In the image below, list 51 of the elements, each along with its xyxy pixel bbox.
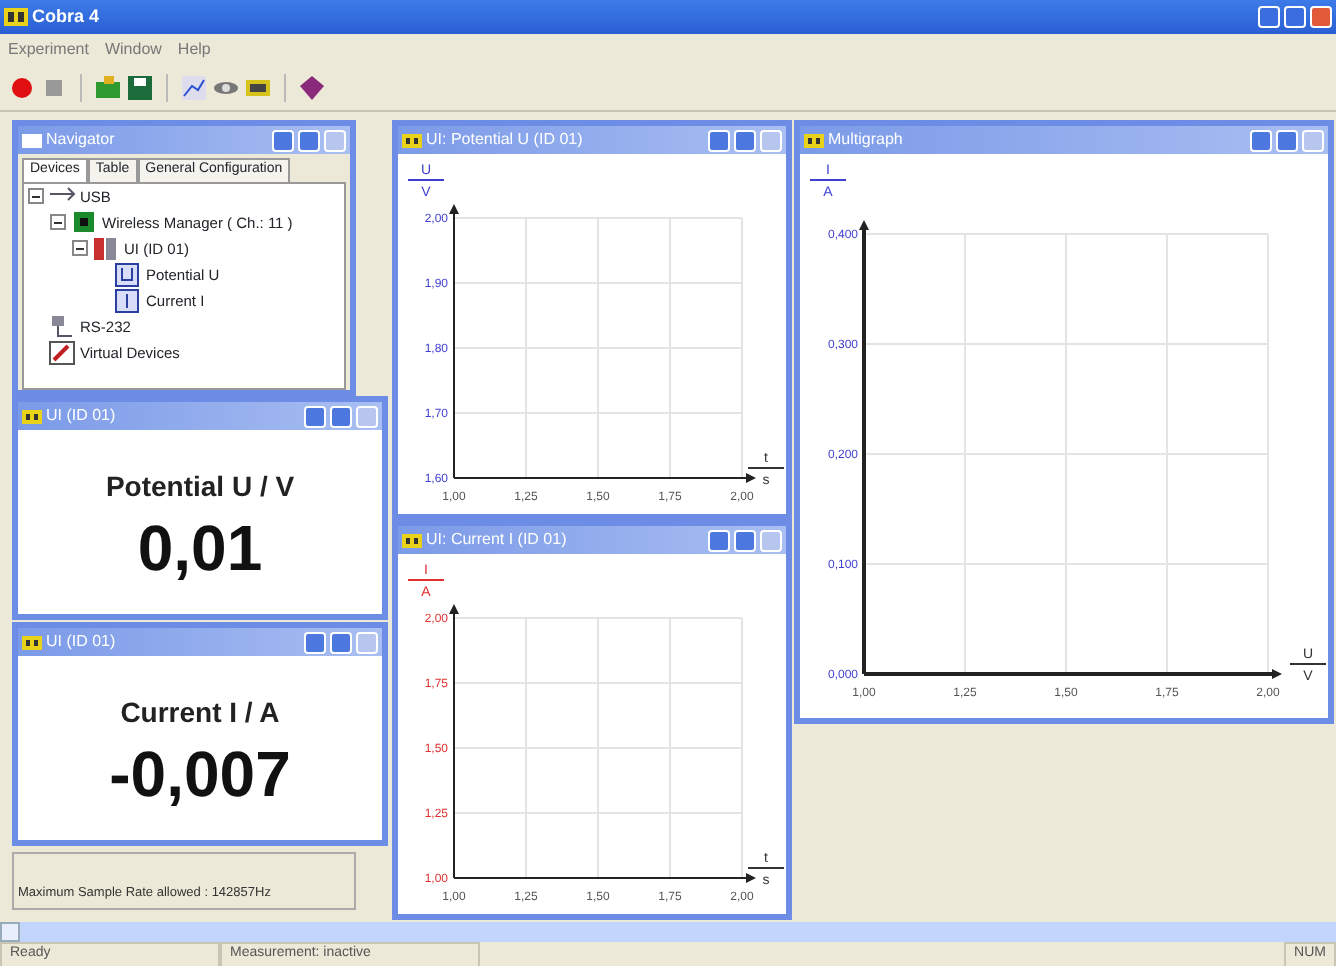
expand-toggle[interactable]	[50, 214, 66, 230]
menu-item[interactable]: Experiment	[8, 37, 89, 61]
save-icon[interactable]	[126, 73, 154, 101]
chart-icon[interactable]	[180, 73, 208, 101]
window-title: Cobra 4	[32, 3, 100, 30]
sensor-icon	[114, 261, 142, 287]
window-title: Multigraph	[828, 128, 903, 152]
window-icon	[22, 409, 42, 423]
window-title: Navigator	[46, 128, 115, 152]
menu-item[interactable]: Window	[104, 37, 162, 61]
folder-icon[interactable]	[94, 73, 122, 101]
quantity-label: Potential U / V	[105, 467, 295, 505]
horizontal-scrollbar[interactable]	[0, 922, 1336, 942]
minimize-button[interactable]	[708, 529, 730, 551]
window-title: UI (ID 01)	[46, 404, 116, 428]
window-icon	[402, 133, 422, 147]
device-icon	[92, 235, 120, 261]
minimize-button[interactable]	[1258, 6, 1280, 28]
maximize-button[interactable]	[298, 129, 320, 151]
sensor-icon	[114, 287, 142, 313]
window-title: UI: Current I (ID 01)	[426, 528, 567, 552]
minimize-button[interactable]	[272, 129, 294, 151]
quantity-label: Current I / A	[120, 693, 280, 731]
maximize-button[interactable]	[734, 129, 756, 151]
device-icon	[70, 209, 98, 235]
value-readout: -0,007	[109, 741, 291, 805]
window-icon	[22, 635, 42, 649]
gem-icon[interactable]	[298, 73, 326, 101]
window-icon	[804, 133, 824, 147]
window-title: UI (ID 01)	[46, 630, 116, 654]
maximize-button[interactable]	[330, 405, 352, 427]
minimize-button[interactable]	[708, 129, 730, 151]
menu-item[interactable]: Help	[177, 37, 211, 61]
close-button[interactable]	[1310, 6, 1332, 28]
minimize-button[interactable]	[304, 631, 326, 653]
app-icon	[4, 8, 28, 26]
value-readout: 0,01	[137, 515, 263, 579]
minimize-button[interactable]	[304, 405, 326, 427]
expand-toggle[interactable]	[28, 188, 44, 204]
maximize-button[interactable]	[1276, 129, 1298, 151]
window-icon	[22, 133, 42, 147]
record-icon[interactable]	[8, 73, 36, 101]
minimize-button[interactable]	[1250, 129, 1272, 151]
expand-toggle[interactable]	[72, 240, 88, 256]
serial-port-icon	[48, 313, 76, 339]
maximize-button[interactable]	[734, 529, 756, 551]
window-title: UI: Potential U (ID 01)	[426, 128, 583, 152]
window-icon	[402, 533, 422, 547]
maximize-button[interactable]	[1284, 6, 1306, 28]
virtual-device-icon	[48, 339, 76, 365]
maximize-button[interactable]	[330, 631, 352, 653]
